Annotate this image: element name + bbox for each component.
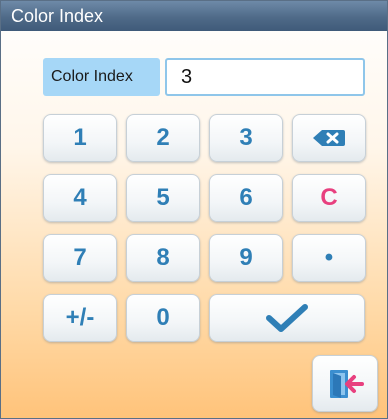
key-0[interactable]: 0 (126, 294, 200, 342)
color-index-label: Color Index (43, 58, 160, 96)
exit-door-icon (330, 369, 364, 398)
color-index-input[interactable]: 3 (165, 58, 365, 96)
decimal-point-button[interactable]: • (292, 234, 366, 282)
color-index-dialog: Color Index Color Index 3 1 2 3 4 5 6 C … (0, 0, 388, 419)
backspace-button[interactable] (292, 114, 366, 162)
key-6[interactable]: 6 (209, 174, 283, 222)
sign-toggle-button[interactable]: +/- (43, 294, 117, 342)
key-8[interactable]: 8 (126, 234, 200, 282)
key-1[interactable]: 1 (43, 114, 117, 162)
key-3[interactable]: 3 (209, 114, 283, 162)
key-4[interactable]: 4 (43, 174, 117, 222)
key-9[interactable]: 9 (209, 234, 283, 282)
backspace-icon (313, 130, 345, 146)
key-5[interactable]: 5 (126, 174, 200, 222)
dialog-title: Color Index (1, 1, 387, 31)
key-2[interactable]: 2 (126, 114, 200, 162)
confirm-button[interactable] (209, 294, 365, 342)
key-7[interactable]: 7 (43, 234, 117, 282)
clear-button[interactable]: C (292, 174, 366, 222)
check-icon (266, 304, 308, 332)
exit-button[interactable] (312, 355, 378, 412)
